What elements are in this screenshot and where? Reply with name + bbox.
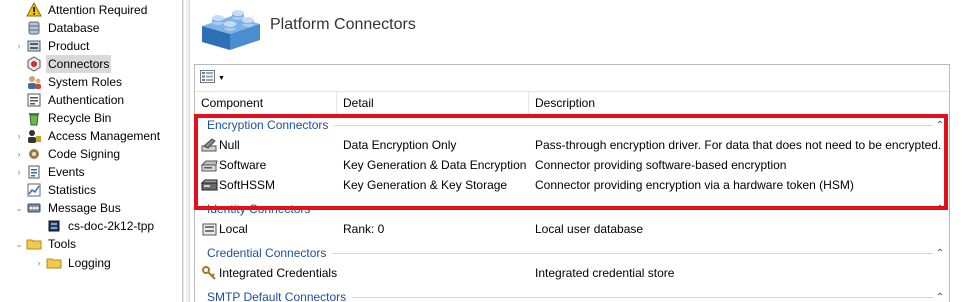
- tree-item-label: Recycle Bin: [48, 111, 112, 125]
- chevron-right-icon[interactable]: ›: [14, 37, 24, 55]
- expander: [14, 109, 24, 127]
- component-cell: Local: [201, 219, 248, 239]
- tree-item-label: Authentication: [48, 93, 125, 107]
- collapse-chevron-icon[interactable]: ⌃: [933, 292, 947, 302]
- component-name: Integrated Credentials: [219, 266, 338, 280]
- local-user-icon: [201, 221, 218, 237]
- database-icon: [26, 20, 42, 36]
- view-options-button[interactable]: ▼: [200, 70, 225, 87]
- group-title: Credential Connectors: [207, 246, 327, 260]
- system-roles-icon: [26, 74, 42, 90]
- expander: [14, 55, 24, 73]
- tree-item-database[interactable]: Database: [14, 19, 101, 37]
- tree-splitter-handle[interactable]: [186, 0, 190, 302]
- connectors-icon: [26, 56, 42, 72]
- description-cell: Integrated credential store: [535, 266, 675, 280]
- folder-icon: [26, 236, 42, 252]
- chevron-right-icon[interactable]: ›: [14, 145, 24, 163]
- tree-item-access-management[interactable]: › Access Management: [14, 127, 162, 145]
- tree-item-product[interactable]: › Product: [14, 37, 91, 55]
- page-title: Platform Connectors: [270, 16, 416, 33]
- tree-item-system-roles[interactable]: System Roles: [14, 73, 124, 91]
- collapse-chevron-icon[interactable]: ⌃: [933, 248, 947, 259]
- events-icon: [26, 164, 42, 180]
- tree-item-cs-doc-2k12-tpp[interactable]: cs-doc-2k12-tpp: [34, 217, 156, 235]
- tree-splitter[interactable]: [182, 0, 184, 302]
- tree-item-label: Database: [48, 21, 100, 35]
- component-name: Local: [219, 222, 248, 236]
- tree-item-attention-required[interactable]: Attention Required: [14, 1, 149, 19]
- authentication-icon: [26, 92, 42, 108]
- component-cell: Integrated Credentials: [201, 263, 337, 283]
- expander: [14, 181, 24, 199]
- server-icon: [46, 218, 62, 234]
- description-cell: Local user database: [535, 222, 644, 236]
- expander: [14, 19, 24, 37]
- tree-item-label: Connectors: [46, 55, 112, 73]
- tree-item-authentication[interactable]: Authentication: [14, 91, 126, 109]
- navigation-tree: Attention Required Database › Product Co…: [0, 0, 182, 302]
- tree-item-label: Message Bus: [48, 201, 121, 215]
- keys-icon: [201, 265, 218, 281]
- expander: [14, 91, 24, 109]
- group-header-credential[interactable]: Credential Connectors ⌃: [195, 244, 947, 262]
- view-grid-icon: [200, 70, 216, 87]
- tree-item-tools[interactable]: ⌄ Tools: [14, 235, 78, 253]
- dropdown-arrow-icon: ▼: [218, 75, 225, 82]
- tree-item-connectors[interactable]: Connectors: [14, 55, 112, 73]
- expander: [14, 1, 24, 19]
- group-divider: [332, 253, 933, 254]
- tree-item-label: Code Signing: [48, 147, 121, 161]
- column-header-row: Component Detail Description: [195, 91, 949, 115]
- tree-item-label: Tools: [48, 237, 77, 251]
- highlight-box: [194, 114, 948, 210]
- tree-item-events[interactable]: › Events: [14, 163, 87, 181]
- chevron-right-icon[interactable]: ›: [14, 163, 24, 181]
- code-signing-icon: [26, 146, 42, 162]
- tree-item-label: Access Management: [48, 129, 161, 143]
- folder-icon: [46, 255, 62, 271]
- tree-item-label: System Roles: [48, 75, 123, 89]
- warning-icon: [26, 1, 42, 18]
- recycle-bin-icon: [26, 110, 42, 126]
- tree-item-logging[interactable]: › Logging: [34, 254, 113, 272]
- table-row[interactable]: Integrated Credentials Integrated creden…: [195, 263, 947, 283]
- tree-item-label: Logging: [68, 256, 111, 270]
- tree-item-label: Attention Required: [48, 3, 148, 17]
- message-bus-icon: [26, 200, 42, 216]
- tree-item-label: Events: [48, 165, 85, 179]
- tree-item-message-bus[interactable]: ⌄ Message Bus: [14, 199, 123, 217]
- table-row[interactable]: Local Rank: 0 Local user database: [195, 219, 947, 239]
- group-divider: [352, 297, 933, 298]
- statistics-icon: [26, 182, 42, 198]
- expander: [34, 217, 44, 235]
- access-management-icon: [26, 128, 42, 144]
- expander: [14, 73, 24, 91]
- tree-item-label: Statistics: [48, 183, 97, 197]
- chevron-right-icon[interactable]: ›: [14, 127, 24, 145]
- tree-item-label: Product: [48, 39, 90, 53]
- group-header-smtp[interactable]: SMTP Default Connectors ⌃: [195, 288, 947, 302]
- tree-item-code-signing[interactable]: › Code Signing: [14, 145, 122, 163]
- chevron-down-icon[interactable]: ⌄: [14, 235, 24, 253]
- column-header-detail[interactable]: Detail: [337, 92, 529, 115]
- group-title: SMTP Default Connectors: [207, 290, 347, 302]
- detail-cell: Rank: 0: [343, 222, 385, 236]
- blue-brick-icon: [196, 4, 266, 54]
- tree-item-label: cs-doc-2k12-tpp: [68, 219, 155, 233]
- tree-item-recycle-bin[interactable]: Recycle Bin: [14, 109, 113, 127]
- chevron-right-icon[interactable]: ›: [34, 254, 44, 272]
- column-header-description[interactable]: Description: [529, 92, 947, 115]
- chevron-down-icon[interactable]: ⌄: [14, 199, 24, 217]
- column-header-component[interactable]: Component: [195, 92, 337, 115]
- tree-item-statistics[interactable]: Statistics: [14, 181, 98, 199]
- product-icon: [26, 38, 42, 54]
